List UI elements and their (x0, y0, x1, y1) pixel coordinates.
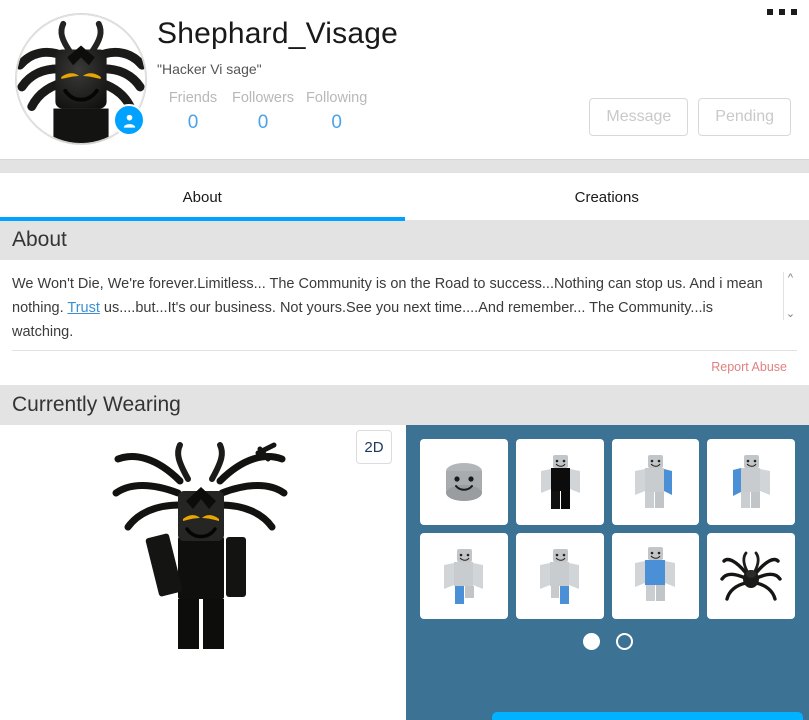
about-description-part2: us....but...It's our business. Not yours… (12, 300, 713, 340)
profile-page: Shephard_Visage "Hacker Vi sage" Friends… (0, 0, 809, 720)
chevron-up-icon[interactable]: ^ (788, 272, 793, 284)
stat-followers-label: Followers (232, 90, 295, 106)
page-title: Shephard_Visage (157, 17, 398, 50)
wearing-items-grid (420, 439, 795, 619)
identity-block: Shephard_Visage "Hacker Vi sage" (157, 16, 398, 78)
thumbnail-blue-right-arm[interactable] (611, 439, 700, 525)
avatar-3d-render[interactable] (0, 439, 406, 654)
about-description-box: We Won't Die, We're forever.Limitless...… (12, 272, 797, 344)
kebab-menu-icon[interactable] (767, 9, 797, 15)
about-section-header: About (0, 220, 809, 260)
report-abuse-row: Report Abuse (12, 351, 797, 385)
about-body: We Won't Die, We're forever.Limitless...… (0, 260, 809, 385)
thumbnail-spider-accessory[interactable] (707, 533, 795, 619)
stat-following-value: 0 (331, 112, 342, 133)
person-badge-icon (113, 104, 145, 136)
header-actions: Message Pending (589, 98, 791, 136)
tab-about[interactable]: About (0, 173, 405, 221)
about-scrollbar[interactable]: ^ ⌄ (783, 272, 797, 320)
kebab-dot-1 (767, 9, 773, 15)
avatar-preview-panel: 2D (0, 425, 406, 720)
thumbnail-head-face[interactable] (420, 439, 508, 525)
report-abuse-link[interactable]: Report Abuse (711, 360, 787, 374)
stat-following[interactable]: Following 0 (300, 88, 373, 136)
message-button[interactable]: Message (589, 98, 689, 136)
stat-followers[interactable]: Followers 0 (226, 88, 300, 136)
thumbnail-blue-torso[interactable] (611, 533, 700, 619)
thumbnail-blue-left-arm[interactable] (707, 439, 795, 525)
stat-friends-value: 0 (187, 112, 199, 133)
stat-following-label: Following (306, 90, 368, 106)
stat-friends-label: Friends (168, 90, 218, 106)
currently-wearing-body: 2D (0, 425, 809, 720)
currently-wearing-title: Currently Wearing (12, 393, 181, 416)
kebab-dot-2 (779, 9, 785, 15)
about-description: We Won't Die, We're forever.Limitless...… (12, 272, 775, 344)
avatar[interactable] (15, 13, 147, 145)
kebab-dot-3 (791, 9, 797, 15)
pending-button[interactable]: Pending (698, 98, 791, 136)
wearing-items-panel (406, 425, 809, 720)
tab-creations[interactable]: Creations (405, 173, 809, 221)
stat-followers-value: 0 (257, 112, 269, 133)
profile-stats: Friends 0 Followers 0 Following 0 (160, 88, 373, 136)
about-description-link[interactable]: Trust (67, 300, 100, 316)
profile-blurb: "Hacker Vi sage" (157, 61, 262, 77)
thumbnail-blue-right-leg[interactable] (420, 533, 508, 619)
pagination-dot-1[interactable] (582, 633, 600, 650)
thumbnail-blue-left-leg[interactable] (515, 533, 604, 619)
profile-tabs: About Creations (0, 172, 809, 221)
currently-wearing-header: Currently Wearing (0, 385, 809, 425)
chevron-down-icon[interactable]: ⌄ (786, 307, 795, 320)
bottom-accent-bar (492, 712, 803, 720)
carousel-pagination (406, 633, 809, 650)
profile-header: Shephard_Visage "Hacker Vi sage" Friends… (0, 0, 809, 160)
pagination-dot-2[interactable] (615, 633, 633, 650)
thumbnail-black-shirt[interactable] (515, 439, 604, 525)
about-section-title: About (12, 228, 67, 251)
stat-friends[interactable]: Friends 0 (160, 88, 226, 136)
